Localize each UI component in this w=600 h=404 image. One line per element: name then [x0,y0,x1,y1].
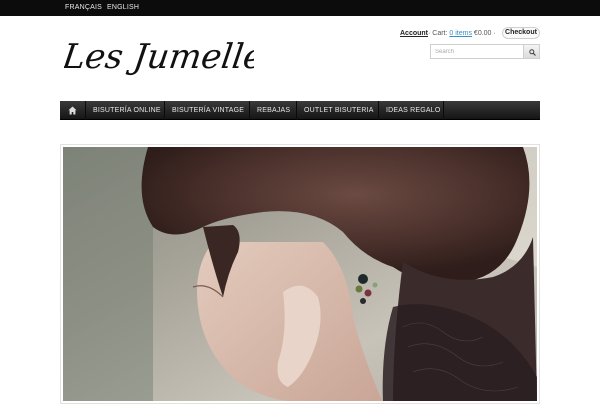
search-icon [529,49,536,56]
cart-label: · Cart: [428,30,448,37]
nav-item-rebajas[interactable]: REBAJAS [257,101,290,120]
search-form [430,44,540,59]
search-input[interactable] [430,44,524,59]
nav-divider [443,101,444,120]
home-icon [68,106,77,115]
nav-item-bisuteria-vintage[interactable]: BISUTERÍA VINTAGE [172,101,244,120]
cart-items-link[interactable]: 0 items [449,30,472,37]
language-french-link[interactable]: FRANÇAIS [65,4,102,11]
nav-divider [164,101,165,120]
logo-script-image: Les Jumelles [59,37,284,77]
nav-divider [85,101,86,120]
language-english-link[interactable]: ENGLISH [107,4,139,11]
hero-image [63,147,537,401]
home-button[interactable] [60,101,85,120]
nav-divider [249,101,250,120]
nav-divider [378,101,379,120]
logo-text: Les Jumelles [64,37,254,77]
nav-item-outlet-bisuteria[interactable]: OUTLET BISUTERIA [304,101,374,120]
account-link[interactable]: Account [400,30,428,37]
language-bar: FRANÇAIS ENGLISH [0,0,600,16]
site-logo[interactable]: Les Jumelles [59,34,284,86]
hero-photo-woman-earring [63,147,537,401]
search-button[interactable] [523,44,540,59]
cart-summary: · Cart: 0 items €0.00 · [428,30,496,37]
main-navigation: BISUTERÍA ONLINE BISUTERÍA VINTAGE REBAJ… [60,101,540,120]
cart-total: €0.00 · [473,30,496,37]
hero-banner[interactable] [60,144,540,404]
nav-item-bisuteria-online[interactable]: BISUTERÍA ONLINE [93,101,161,120]
nav-divider [296,101,297,120]
checkout-button[interactable]: Checkout [502,27,540,39]
nav-item-ideas-regalo[interactable]: IDEAS REGALO [386,101,441,120]
